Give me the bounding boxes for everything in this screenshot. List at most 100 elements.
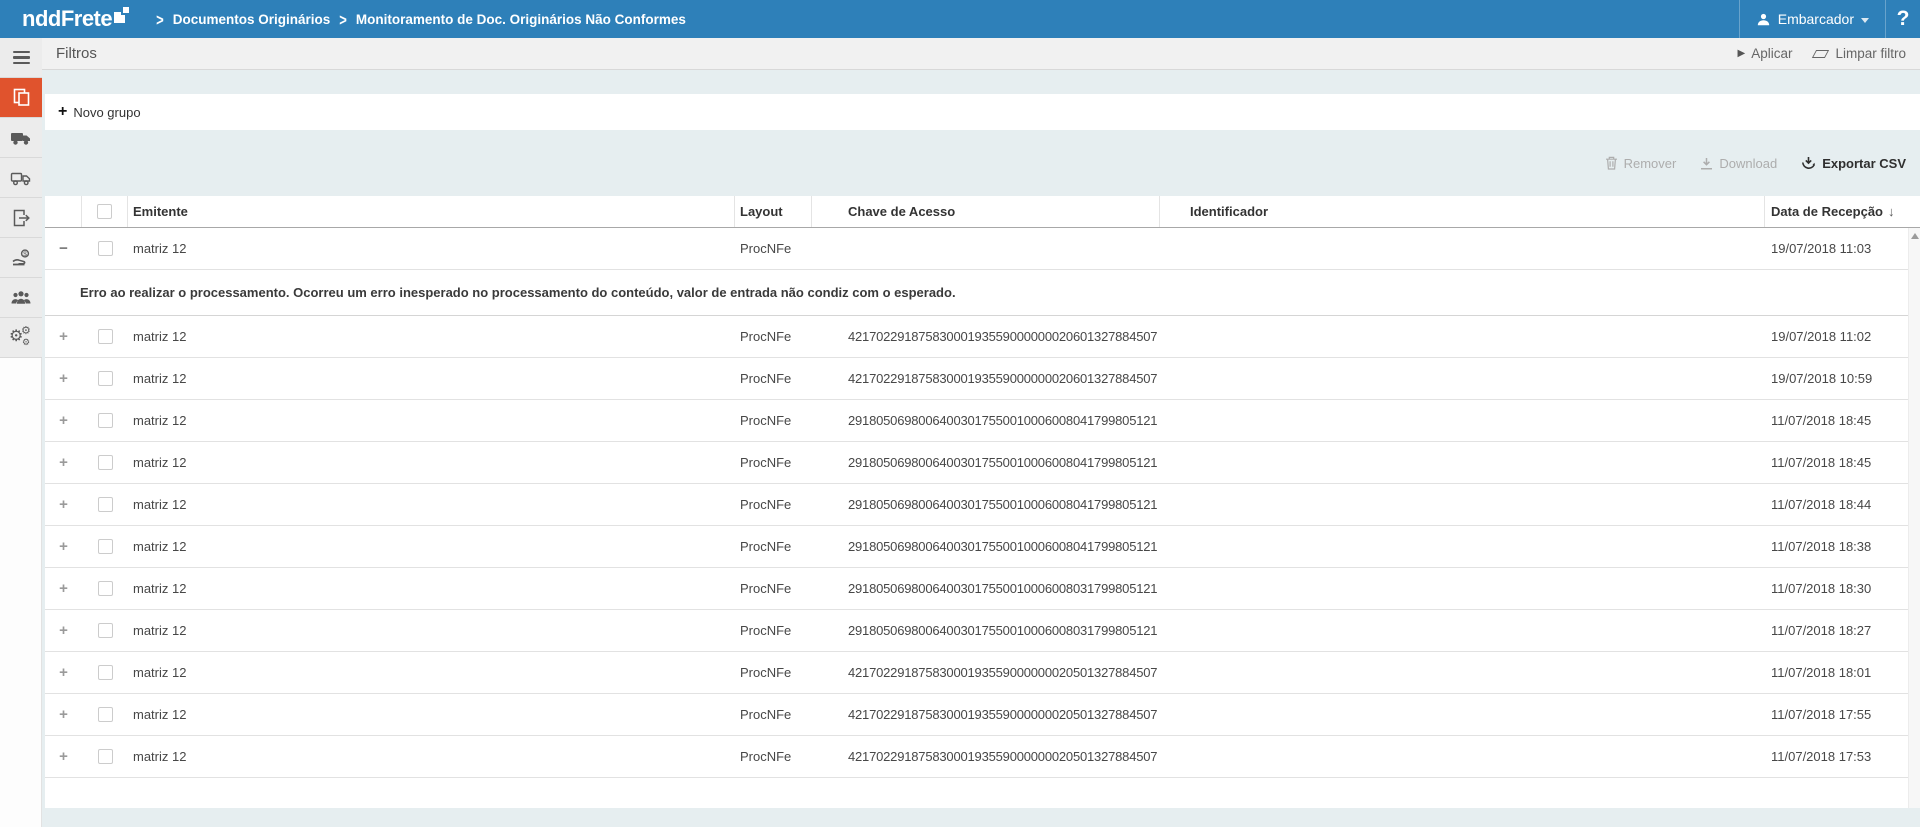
cell-emitente: matriz 12: [128, 694, 735, 735]
money-hand-icon: $: [11, 248, 32, 268]
cell-identificador: [1160, 442, 1765, 483]
row-expander-icon[interactable]: +: [56, 622, 72, 639]
sidebar-item-users[interactable]: [0, 278, 42, 318]
hamburger-icon: [13, 51, 30, 65]
new-group-button[interactable]: + Novo grupo: [58, 105, 141, 120]
table-row[interactable]: − matriz 12 ProcNFe 19/07/2018 11:03: [45, 228, 1920, 270]
sidebar-menu-toggle[interactable]: [0, 38, 42, 78]
cell-chave-de-acesso: 2918050698006400301755001000600804179980…: [812, 442, 1160, 483]
row-checkbox[interactable]: [98, 329, 113, 344]
cell-emitente: matriz 12: [128, 400, 735, 441]
cell-identificador: [1160, 228, 1765, 269]
breadcrumb-item-documentos[interactable]: Documentos Originários: [173, 12, 331, 27]
cell-identificador: [1160, 736, 1765, 777]
row-expander-icon[interactable]: +: [56, 496, 72, 513]
main-content: Filtros ▶ Aplicar Limpar filtro + Novo g…: [42, 38, 1920, 827]
table-row[interactable]: + matriz 12 ProcNFe 42170229187583000193…: [45, 358, 1920, 400]
documents-table: Emitente Layout Chave de Acesso Identifi…: [45, 196, 1920, 808]
row-expander-icon[interactable]: +: [56, 664, 72, 681]
user-menu-button[interactable]: Embarcador: [1740, 0, 1885, 38]
header-emitente[interactable]: Emitente: [128, 196, 735, 227]
row-checkbox[interactable]: [98, 371, 113, 386]
sidebar-item-delivery-truck[interactable]: [0, 158, 42, 198]
row-expander-icon[interactable]: +: [56, 412, 72, 429]
table-row[interactable]: + matriz 12 ProcNFe 42170229187583000193…: [45, 652, 1920, 694]
export-csv-icon: [1801, 156, 1816, 171]
clear-filter-label: Limpar filtro: [1835, 46, 1906, 61]
apply-filter-button[interactable]: ▶ Aplicar: [1738, 46, 1793, 61]
cell-data-recepcao: 11/07/2018 18:45: [1765, 442, 1908, 483]
row-checkbox[interactable]: [98, 665, 113, 680]
cell-identificador: [1160, 610, 1765, 651]
sidebar-item-document-export[interactable]: [0, 198, 42, 238]
row-expander-icon[interactable]: +: [56, 370, 72, 387]
table-scrollbar[interactable]: [1908, 228, 1920, 808]
cell-identificador: [1160, 358, 1765, 399]
user-menu-label: Embarcador: [1778, 11, 1854, 27]
cell-layout: ProcNFe: [735, 316, 812, 357]
row-checkbox[interactable]: [98, 241, 113, 256]
row-expander-icon[interactable]: +: [56, 454, 72, 471]
row-expander-icon[interactable]: +: [56, 748, 72, 765]
cell-layout: ProcNFe: [735, 228, 812, 269]
row-checkbox[interactable]: [98, 539, 113, 554]
row-checkbox[interactable]: [98, 581, 113, 596]
table-row[interactable]: + matriz 12 ProcNFe 29180506980064003017…: [45, 610, 1920, 652]
row-expander-icon[interactable]: +: [56, 706, 72, 723]
sidebar-item-settings[interactable]: ⚙⚙⚙: [0, 318, 42, 358]
row-expander-icon[interactable]: +: [56, 328, 72, 345]
row-checkbox[interactable]: [98, 749, 113, 764]
breadcrumb: > Documentos Originários > Monitoramento…: [147, 12, 686, 27]
sidebar: $ ⚙⚙⚙: [0, 38, 42, 827]
cell-emitente: matriz 12: [128, 568, 735, 609]
help-button[interactable]: ?: [1886, 0, 1920, 38]
cell-chave-de-acesso: 2918050698006400301755001000600803179980…: [812, 610, 1160, 651]
row-checkbox[interactable]: [98, 455, 113, 470]
row-checkbox[interactable]: [98, 707, 113, 722]
row-expander-icon[interactable]: −: [56, 240, 72, 257]
cell-layout: ProcNFe: [735, 442, 812, 483]
export-csv-label: Exportar CSV: [1822, 156, 1906, 171]
table-row[interactable]: + matriz 12 ProcNFe 29180506980064003017…: [45, 484, 1920, 526]
select-all-checkbox[interactable]: [97, 204, 112, 219]
header-identificador[interactable]: Identificador: [1160, 196, 1765, 227]
cell-identificador: [1160, 652, 1765, 693]
breadcrumb-item-monitoramento[interactable]: Monitoramento de Doc. Originários Não Co…: [356, 12, 686, 27]
scroll-up-icon[interactable]: [1911, 233, 1919, 239]
table-body: − matriz 12 ProcNFe 19/07/2018 11:03 Err…: [45, 228, 1920, 808]
cell-layout: ProcNFe: [735, 484, 812, 525]
download-button[interactable]: Download: [1700, 156, 1777, 171]
cell-data-recepcao: 11/07/2018 17:53: [1765, 736, 1908, 777]
cell-chave-de-acesso: 2918050698006400301755001000600804179980…: [812, 484, 1160, 525]
remove-button[interactable]: Remover: [1605, 156, 1677, 171]
clear-filter-button[interactable]: Limpar filtro: [1814, 46, 1906, 61]
row-checkbox[interactable]: [98, 623, 113, 638]
cell-data-recepcao: 11/07/2018 18:44: [1765, 484, 1908, 525]
table-row[interactable]: + matriz 12 ProcNFe 29180506980064003017…: [45, 442, 1920, 484]
table-row[interactable]: + matriz 12 ProcNFe 29180506980064003017…: [45, 526, 1920, 568]
table-row[interactable]: + matriz 12 ProcNFe 42170229187583000193…: [45, 736, 1920, 778]
cell-data-recepcao: 11/07/2018 18:01: [1765, 652, 1908, 693]
row-checkbox[interactable]: [98, 497, 113, 512]
sidebar-item-payment[interactable]: $: [0, 238, 42, 278]
row-checkbox[interactable]: [98, 413, 113, 428]
cell-data-recepcao: 19/07/2018 10:59: [1765, 358, 1908, 399]
cell-layout: ProcNFe: [735, 652, 812, 693]
row-expander-icon[interactable]: +: [56, 538, 72, 555]
header-layout[interactable]: Layout: [735, 196, 812, 227]
table-row[interactable]: + matriz 12 ProcNFe 42170229187583000193…: [45, 316, 1920, 358]
cell-chave-de-acesso: [812, 228, 1160, 269]
header-chave-de-acesso[interactable]: Chave de Acesso: [812, 196, 1160, 227]
app-logo[interactable]: nddFrete: [22, 6, 131, 32]
cell-chave-de-acesso: 4217022918758300019355900000002050132788…: [812, 652, 1160, 693]
table-row[interactable]: + matriz 12 ProcNFe 29180506980064003017…: [45, 400, 1920, 442]
cell-chave-de-acesso: 4217022918758300019355900000002050132788…: [812, 694, 1160, 735]
cell-chave-de-acesso: 4217022918758300019355900000002060132788…: [812, 358, 1160, 399]
sidebar-item-truck[interactable]: [0, 118, 42, 158]
sidebar-item-documents[interactable]: [0, 78, 42, 118]
table-row[interactable]: + matriz 12 ProcNFe 42170229187583000193…: [45, 694, 1920, 736]
header-data-recepcao[interactable]: Data de Recepção ↓: [1765, 196, 1908, 227]
row-expander-icon[interactable]: +: [56, 580, 72, 597]
export-csv-button[interactable]: Exportar CSV: [1801, 156, 1906, 171]
table-row[interactable]: + matriz 12 ProcNFe 29180506980064003017…: [45, 568, 1920, 610]
